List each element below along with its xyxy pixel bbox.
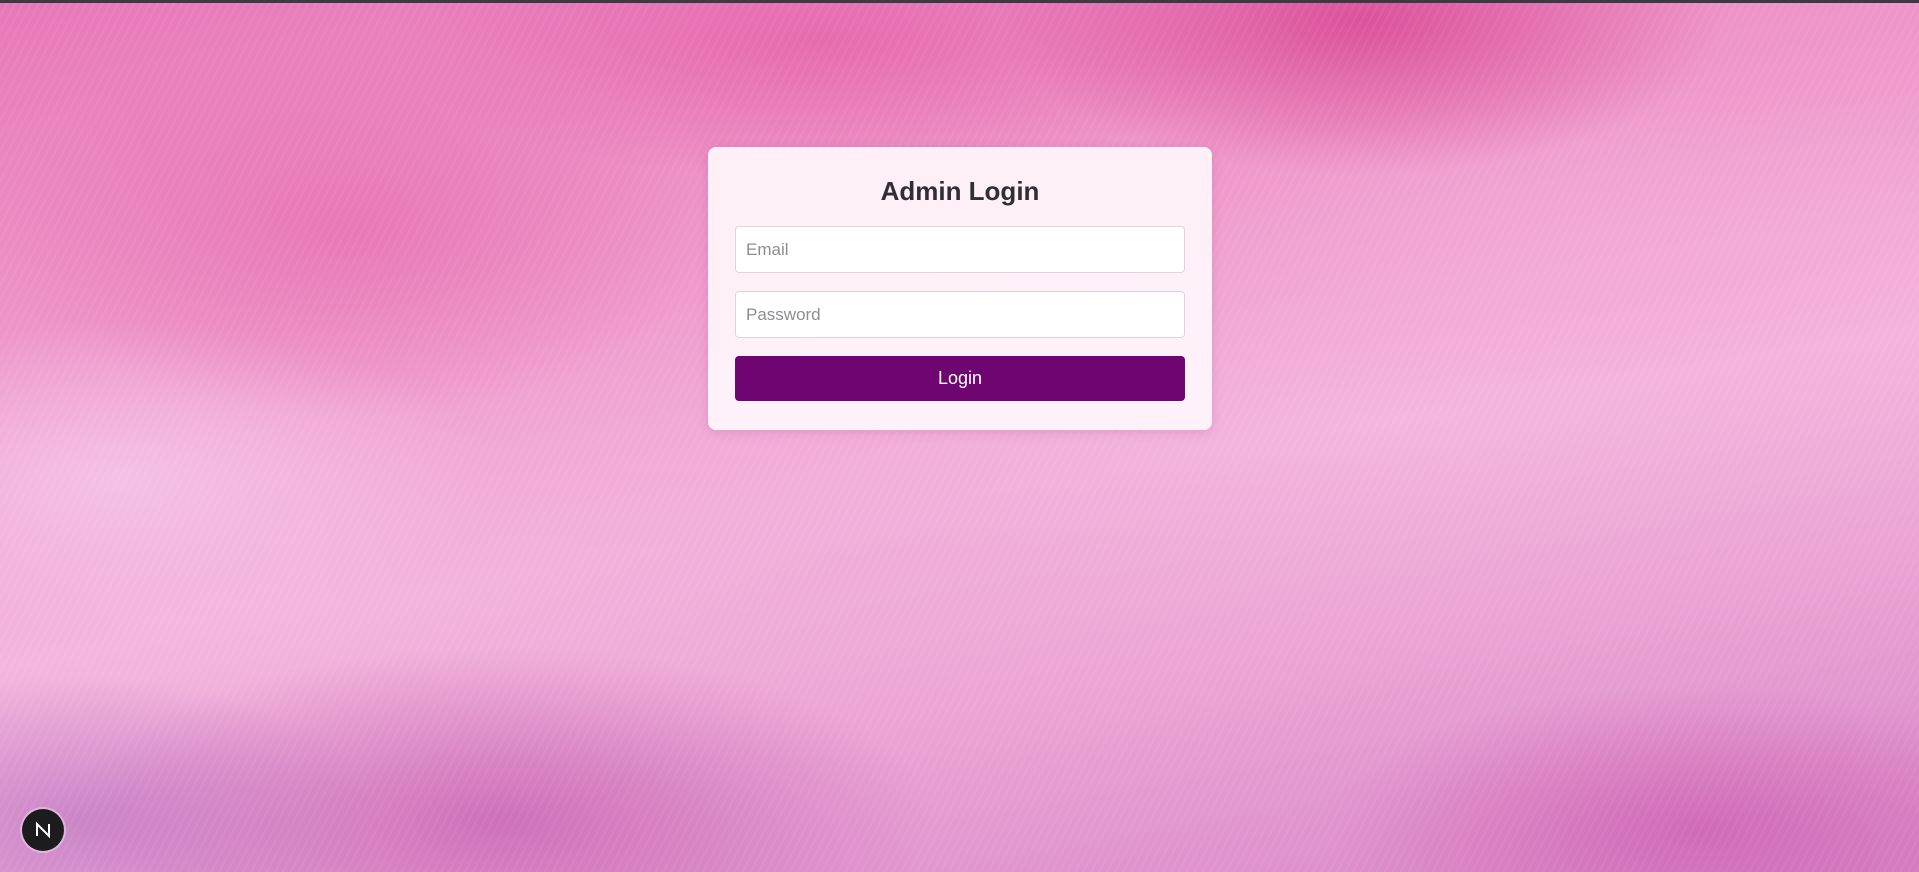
- login-card: Admin Login Login: [708, 147, 1212, 430]
- email-field[interactable]: [735, 226, 1185, 273]
- nextjs-logo-icon: [36, 821, 50, 839]
- watercolor-background: [0, 0, 1919, 872]
- login-button[interactable]: Login: [735, 356, 1185, 401]
- password-field[interactable]: [735, 291, 1185, 338]
- window-top-edge: [0, 0, 1919, 3]
- nextjs-dev-badge[interactable]: [22, 809, 64, 851]
- page-title: Admin Login: [880, 176, 1040, 206]
